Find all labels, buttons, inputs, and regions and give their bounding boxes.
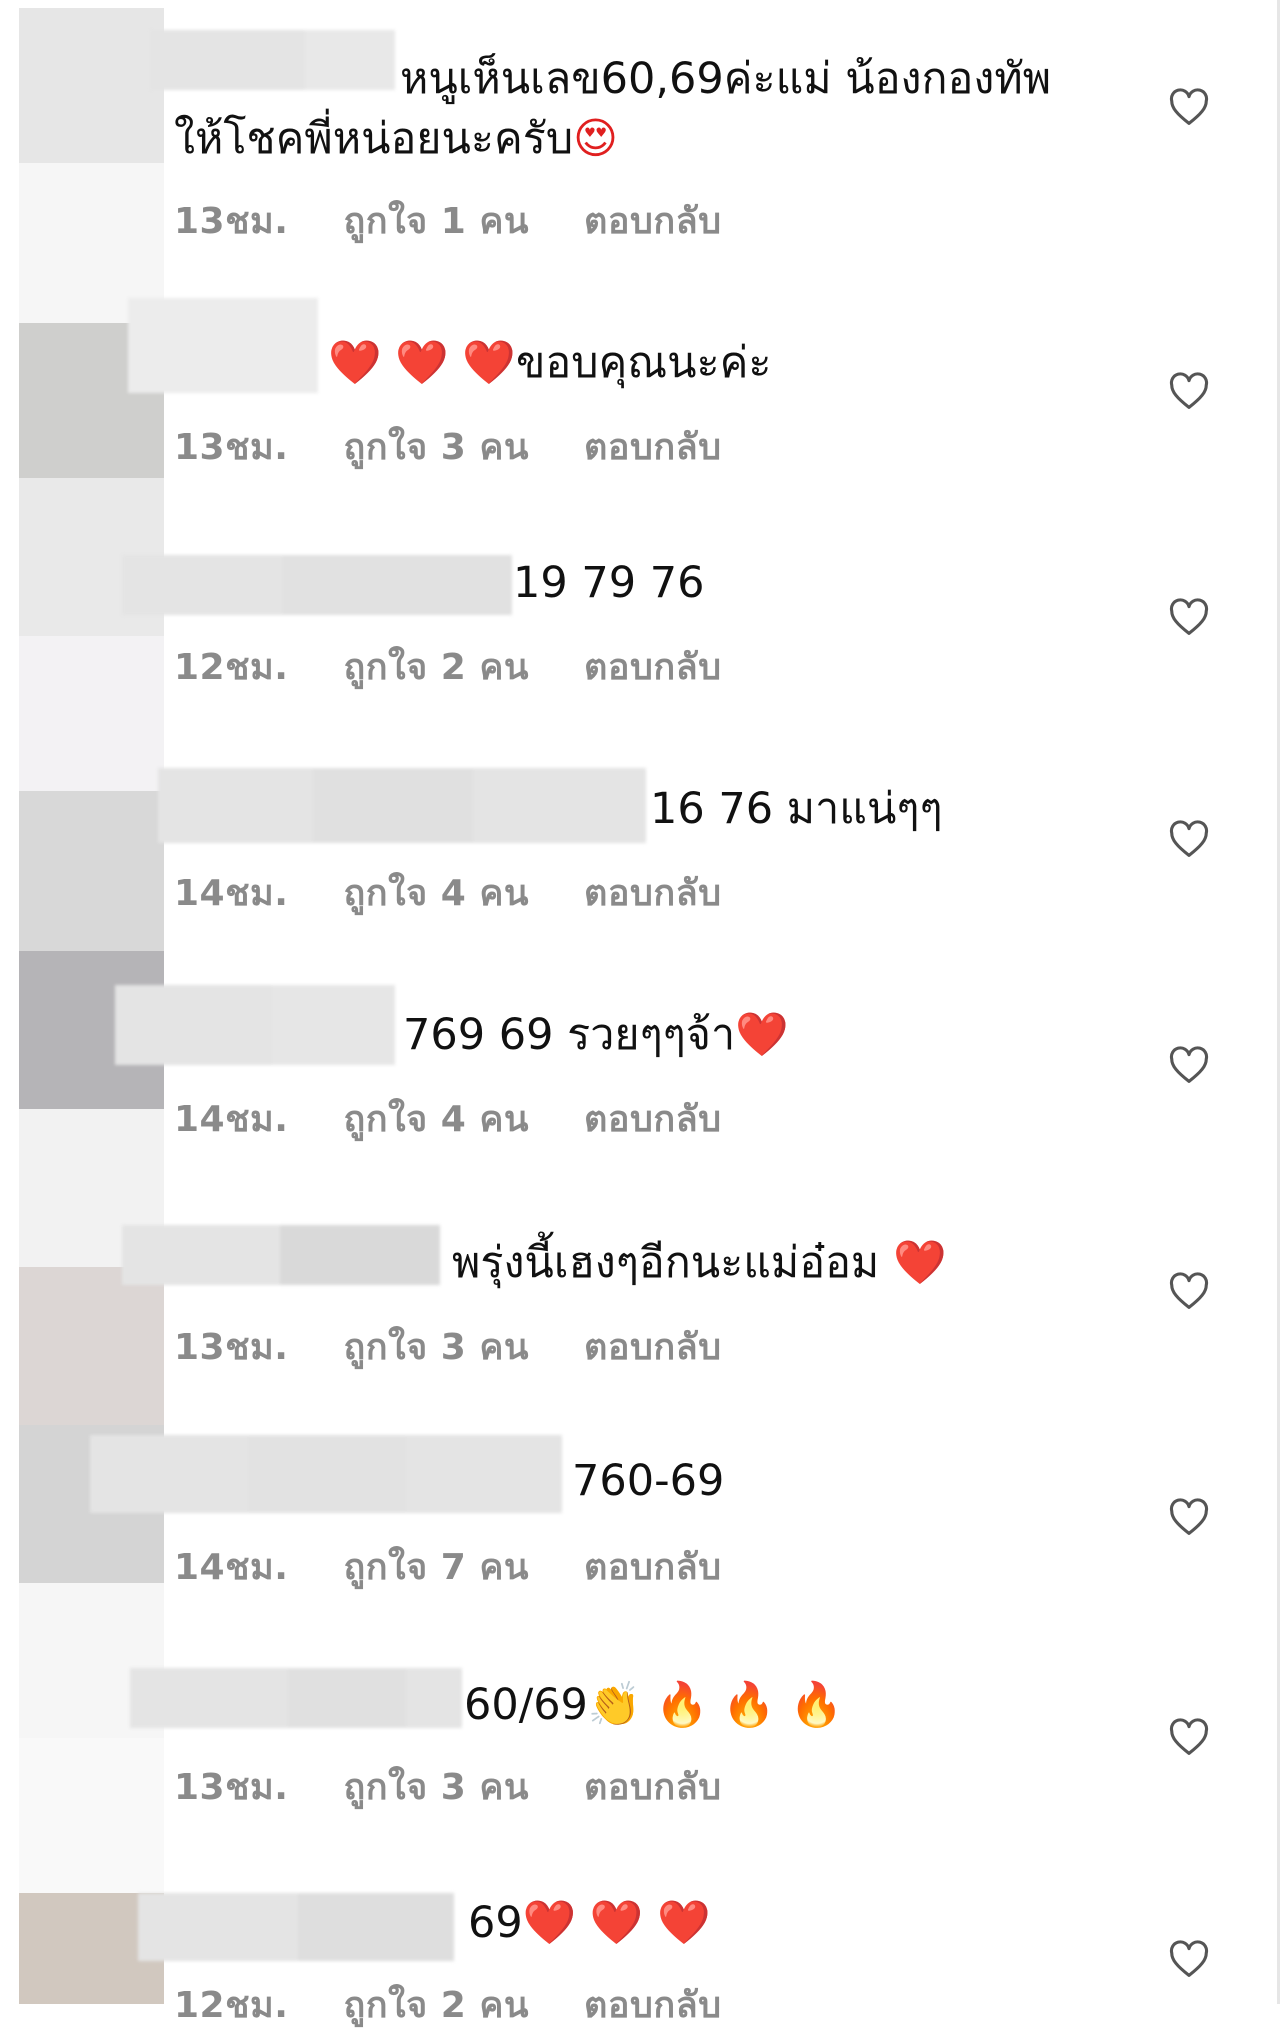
comment-meta: 14ชม. ถูกใจ 4 คน ตอบกลับ bbox=[174, 864, 722, 921]
comment-meta: 13ชม. ถูกใจ 3 คน ตอบกลับ bbox=[174, 418, 722, 475]
comment-time: 13ชม. bbox=[174, 1767, 289, 1808]
comment-text-line: 69❤️ ❤️ ❤️ bbox=[468, 1892, 711, 1954]
heart-emoji: ❤️ bbox=[892, 1238, 947, 1288]
like-heart-icon[interactable] bbox=[1168, 1272, 1210, 1310]
comment-text: 769 69 รวยๆๆจ้า bbox=[403, 1010, 736, 1060]
comment-meta: 12ชม. ถูกใจ 2 คน ตอบกลับ bbox=[174, 638, 722, 695]
comment-meta: 14ชม. ถูกใจ 4 คน ตอบกลับ bbox=[174, 1090, 722, 1147]
like-heart-icon[interactable] bbox=[1168, 820, 1210, 858]
username-blurred[interactable] bbox=[128, 298, 318, 393]
username-blurred[interactable] bbox=[122, 555, 512, 615]
username-blurred[interactable] bbox=[90, 1435, 562, 1513]
heart-emoji: ❤️ bbox=[735, 1010, 789, 1060]
reply-button[interactable]: ตอบกลับ bbox=[584, 1538, 722, 1595]
comment-meta: 12ชม. ถูกใจ 2 คน ตอบกลับ bbox=[174, 1976, 722, 2033]
heart-emoji: ❤️ ❤️ ❤️ bbox=[522, 1898, 711, 1948]
comment-text: หนูเห็นเลข60,69ค่ะแม่ น้องกองทัพ bbox=[400, 54, 1052, 104]
like-count[interactable]: ถูกใจ 3 คน bbox=[343, 1758, 529, 1815]
comment-meta: 14ชม. ถูกใจ 7 คน ตอบกลับ bbox=[174, 1538, 722, 1595]
comment-time: 13ชม. bbox=[174, 427, 289, 468]
like-heart-icon[interactable] bbox=[1168, 88, 1210, 126]
comment-time: 12ชม. bbox=[174, 647, 289, 688]
reply-button[interactable]: ตอบกลับ bbox=[584, 1318, 722, 1375]
comment-text: 60/69 bbox=[464, 1680, 588, 1730]
comment-time: 14ชม. bbox=[174, 1547, 289, 1588]
like-count[interactable]: ถูกใจ 4 คน bbox=[343, 1090, 529, 1147]
avatar[interactable] bbox=[19, 8, 164, 163]
like-count[interactable]: ถูกใจ 2 คน bbox=[343, 638, 529, 695]
reply-button[interactable]: ตอบกลับ bbox=[584, 1758, 722, 1815]
like-count[interactable]: ถูกใจ 7 คน bbox=[343, 1538, 529, 1595]
reply-button[interactable]: ตอบกลับ bbox=[584, 864, 722, 921]
username-blurred[interactable] bbox=[158, 768, 646, 843]
like-count[interactable]: ถูกใจ 3 คน bbox=[343, 418, 529, 475]
avatar-blur-segment bbox=[19, 1738, 164, 1893]
comment-time: 13ชม. bbox=[174, 1327, 289, 1368]
like-count[interactable]: ถูกใจ 3 คน bbox=[343, 1318, 529, 1375]
comment-text-line: 60/69👏 🔥 🔥 🔥 bbox=[464, 1674, 843, 1736]
comment-time: 14ชม. bbox=[174, 1099, 289, 1140]
comment-time: 14ชม. bbox=[174, 873, 289, 914]
avatar[interactable] bbox=[19, 791, 164, 951]
like-count[interactable]: ถูกใจ 1 คน bbox=[343, 192, 529, 249]
username-blurred[interactable] bbox=[115, 985, 395, 1065]
comment-text-line: ❤️ ❤️ ❤️ขอบคุณนะค่ะ bbox=[328, 332, 772, 394]
avatar-blur-segment bbox=[19, 636, 164, 791]
comment-text: ขอบคุณนะค่ะ bbox=[515, 338, 772, 388]
comment-text-line: พรุ่งนี้เฮงๆอีกนะแม่อ๋อม ❤️ bbox=[452, 1232, 947, 1294]
reply-button[interactable]: ตอบกลับ bbox=[584, 192, 722, 249]
comment-time: 13ชม. bbox=[174, 201, 289, 242]
like-heart-icon[interactable] bbox=[1168, 372, 1210, 410]
comment-meta: 13ชม. ถูกใจ 1 คน ตอบกลับ bbox=[174, 192, 722, 249]
comment-text: 760-69 bbox=[572, 1456, 725, 1506]
comment-text: 69 bbox=[468, 1898, 523, 1948]
heart-emoji: ❤️ ❤️ ❤️ bbox=[328, 338, 516, 388]
like-heart-icon[interactable] bbox=[1168, 1718, 1210, 1756]
clap-fire-emoji: 👏 🔥 🔥 🔥 bbox=[587, 1680, 844, 1730]
like-heart-icon[interactable] bbox=[1168, 1940, 1210, 1978]
reply-button[interactable]: ตอบกลับ bbox=[584, 1976, 722, 2033]
reply-button[interactable]: ตอบกลับ bbox=[584, 418, 722, 475]
like-heart-icon[interactable] bbox=[1168, 1046, 1210, 1084]
comment-meta: 13ชม. ถูกใจ 3 คน ตอบกลับ bbox=[174, 1758, 722, 1815]
reply-button[interactable]: ตอบกลับ bbox=[584, 638, 722, 695]
comment-time: 12ชม. bbox=[174, 1985, 289, 2026]
comment-text-line: 769 69 รวยๆๆจ้า❤️ bbox=[403, 1004, 789, 1066]
avatar[interactable] bbox=[19, 1267, 164, 1425]
comment-text-line2: ให้โชคพี่หน่อยนะครับ😍 bbox=[174, 108, 618, 170]
comment-text: 19 79 76 bbox=[513, 558, 705, 608]
username-blurred[interactable] bbox=[150, 30, 395, 90]
comments-list: หนูเห็นเลข60,69ค่ะแม่ น้องกองทัพ ให้โชคพ… bbox=[0, 0, 1280, 2026]
like-count[interactable]: ถูกใจ 2 คน bbox=[343, 1976, 529, 2033]
heart-eyes-emoji: 😍 bbox=[573, 114, 618, 164]
comment-text: 16 76 มาแน่ๆๆ bbox=[650, 784, 943, 834]
reply-button[interactable]: ตอบกลับ bbox=[584, 1090, 722, 1147]
comment-meta: 13ชม. ถูกใจ 3 คน ตอบกลับ bbox=[174, 1318, 722, 1375]
like-heart-icon[interactable] bbox=[1168, 598, 1210, 636]
comment-text: ให้โชคพี่หน่อยนะครับ bbox=[174, 114, 574, 164]
username-blurred[interactable] bbox=[138, 1893, 454, 1961]
like-heart-icon[interactable] bbox=[1168, 1498, 1210, 1536]
like-count[interactable]: ถูกใจ 4 คน bbox=[343, 864, 529, 921]
username-blurred[interactable] bbox=[130, 1668, 462, 1728]
username-blurred[interactable] bbox=[122, 1225, 440, 1285]
comment-text: พรุ่งนี้เฮงๆอีกนะแม่อ๋อม bbox=[452, 1238, 880, 1288]
